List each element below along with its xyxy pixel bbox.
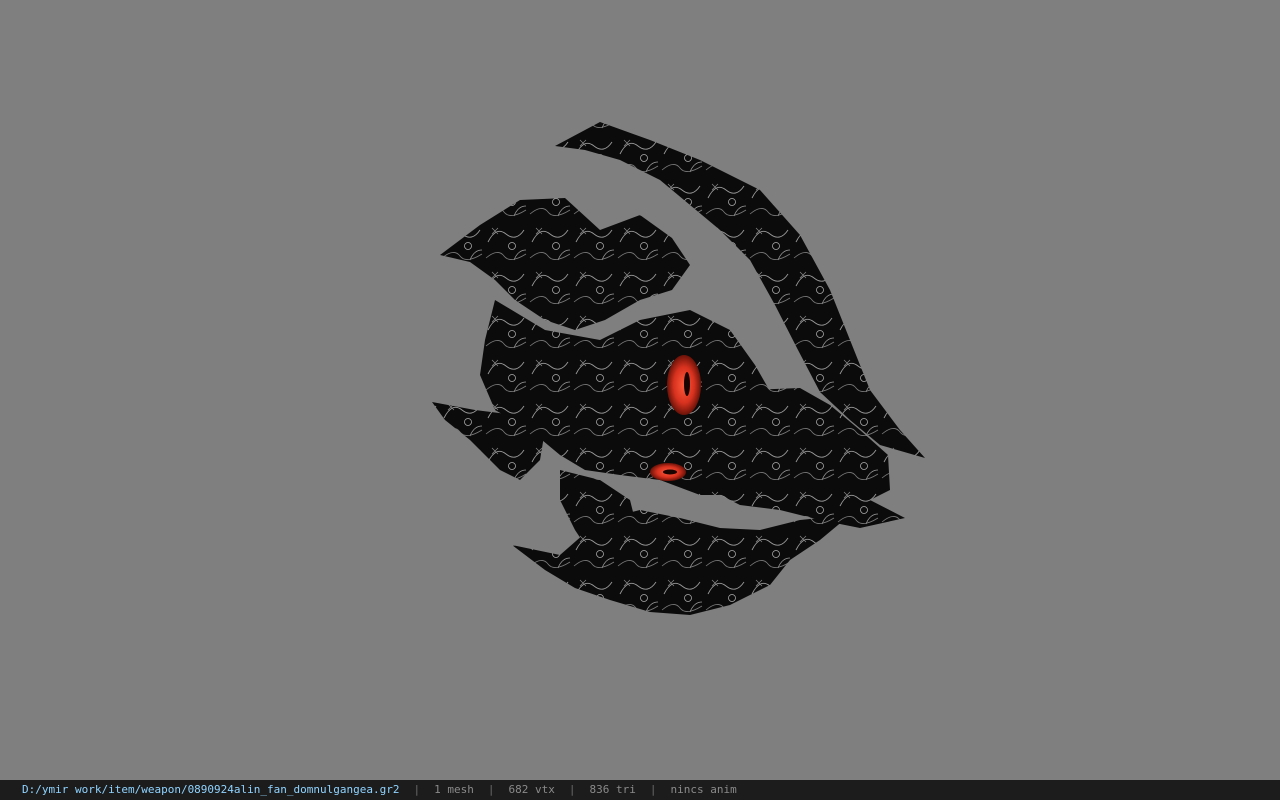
3d-viewport[interactable] xyxy=(0,0,1280,780)
fan-eye-lower xyxy=(650,463,686,481)
status-separator: | xyxy=(649,783,657,796)
file-path[interactable]: D:/ymir work/item/weapon/0890924alin_fan… xyxy=(22,780,400,800)
status-separator: | xyxy=(487,783,495,796)
mesh-count: 1 mesh xyxy=(434,783,474,796)
triangle-count: 836 tri xyxy=(589,783,636,796)
status-bar: D:/ymir work/item/weapon/0890924alin_fan… xyxy=(0,780,1280,800)
animation-status: nincs anim xyxy=(670,783,737,796)
fan-eye-main xyxy=(667,355,701,415)
vertex-count: 682 vtx xyxy=(508,783,555,796)
status-separator: | xyxy=(413,783,421,796)
fan-weapon-model[interactable] xyxy=(0,0,1280,780)
fan-blade-top-left xyxy=(440,198,690,330)
fan-blade-bottom xyxy=(512,510,850,615)
status-separator: | xyxy=(568,783,576,796)
